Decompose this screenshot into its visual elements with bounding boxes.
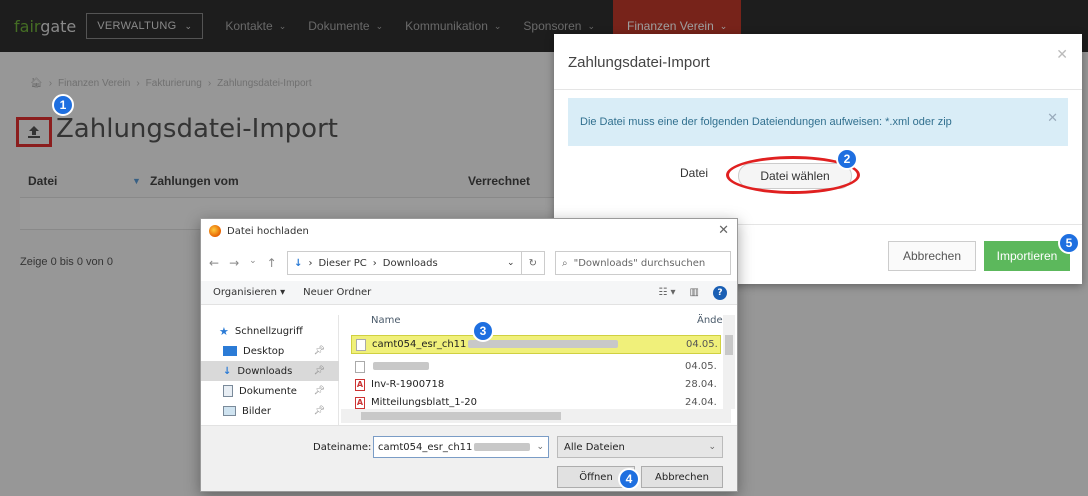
- pdf-icon: A: [355, 396, 365, 409]
- redacted-text: [474, 443, 531, 451]
- forward-arrow-icon[interactable]: →: [229, 256, 239, 270]
- horizontal-scrollbar[interactable]: [341, 409, 731, 423]
- desktop-icon: [223, 346, 237, 356]
- chevron-down-icon[interactable]: ⌄: [507, 258, 515, 268]
- step-badge-4: 4: [618, 468, 640, 490]
- new-folder-button[interactable]: Neuer Ordner: [303, 287, 371, 298]
- close-icon[interactable]: ✕: [718, 223, 729, 238]
- organize-menu[interactable]: Organisieren ▾: [213, 287, 285, 298]
- file-row[interactable]: A Inv-R-1900718 28.04.: [351, 375, 721, 394]
- search-icon: ⌕: [562, 257, 568, 269]
- view-options-icon[interactable]: ☷ ▾: [658, 287, 675, 298]
- file-icon: [355, 360, 365, 373]
- import-button[interactable]: Importieren: [984, 241, 1070, 271]
- chevron-down-icon: ⌄: [708, 442, 716, 452]
- nav-documents[interactable]: Dokumente 📌︎: [201, 381, 339, 401]
- pin-icon: 📌︎: [313, 366, 325, 376]
- nav-desktop[interactable]: Desktop 📌︎: [201, 341, 339, 361]
- nav-pictures[interactable]: Bilder 📌︎: [201, 401, 339, 421]
- search-input[interactable]: ⌕ "Downloads" durchsuchen: [555, 251, 731, 275]
- file-icon: [356, 338, 366, 351]
- document-icon: [223, 385, 233, 397]
- star-icon: ★: [219, 324, 229, 338]
- modal-header: Zahlungsdatei-Import ✕: [554, 34, 1082, 90]
- pdf-icon: A: [355, 378, 365, 391]
- redacted-text: [468, 340, 619, 348]
- close-icon[interactable]: ✕: [1056, 46, 1068, 63]
- file-upload-dialog: Datei hochladen ✕ ← → ⌄ ↑ ↓ › Dieser PC …: [200, 218, 738, 492]
- dialog-titlebar: Datei hochladen: [209, 225, 309, 237]
- dialog-cancel-button[interactable]: Abbrechen: [641, 466, 723, 488]
- dialog-title: Datei hochladen: [227, 225, 309, 237]
- column-header-date[interactable]: Ände: [697, 315, 723, 326]
- file-row-selected[interactable]: camt054_esr_ch11 04.05.: [351, 335, 721, 354]
- download-icon: ↓: [223, 365, 232, 377]
- file-row[interactable]: 04.05.: [351, 357, 721, 376]
- step-badge-2: 2: [836, 148, 858, 170]
- address-bar[interactable]: ↓ › Dieser PC › Downloads ⌄: [287, 251, 522, 275]
- pin-icon: 📌︎: [313, 406, 325, 416]
- firefox-icon: [209, 225, 221, 237]
- back-arrow-icon[interactable]: ←: [209, 256, 219, 270]
- info-alert: Die Datei muss eine der folgenden Dateie…: [568, 98, 1068, 146]
- step-badge-3: 3: [472, 320, 494, 342]
- picture-icon: [223, 406, 236, 416]
- nav-downloads[interactable]: ↓ Downloads 📌︎: [201, 361, 339, 381]
- up-arrow-icon[interactable]: ↑: [267, 256, 277, 270]
- pin-icon: 📌︎: [313, 346, 325, 356]
- refresh-icon[interactable]: ↻: [521, 251, 546, 275]
- close-icon[interactable]: ✕: [1047, 110, 1058, 126]
- cancel-button[interactable]: Abbrechen: [888, 241, 976, 271]
- filename-label: Dateiname:: [313, 442, 372, 453]
- chevron-down-icon[interactable]: ⌄: [536, 442, 544, 452]
- dialog-bottom-bar: Dateiname: camt054_esr_ch11 ⌄ Alle Datei…: [201, 425, 737, 491]
- chevron-down-icon[interactable]: ⌄: [249, 256, 257, 270]
- step-badge-1: 1: [52, 94, 74, 116]
- preview-pane-icon[interactable]: ▥: [690, 287, 699, 298]
- step-badge-5: 5: [1058, 232, 1080, 254]
- help-icon[interactable]: ?: [713, 285, 727, 300]
- redacted-text: [373, 362, 429, 370]
- column-header-name[interactable]: Name: [371, 315, 401, 326]
- modal-title: Zahlungsdatei-Import: [568, 54, 710, 71]
- dialog-toolbar: Organisieren ▾ Neuer Ordner ☷ ▾ ▥ ?: [201, 281, 737, 305]
- nav-quick-access[interactable]: ★ Schnellzugriff: [201, 321, 339, 341]
- filename-input[interactable]: camt054_esr_ch11 ⌄: [373, 436, 549, 458]
- alert-text: Die Datei muss eine der folgenden Dateie…: [580, 116, 952, 128]
- pin-icon: 📌︎: [313, 386, 325, 396]
- filetype-select[interactable]: Alle Dateien ⌄: [557, 436, 723, 458]
- navigation-pane: ★ Schnellzugriff Desktop 📌︎ ↓ Downloads 📌︎ D…: [201, 315, 339, 425]
- download-icon: ↓: [294, 257, 303, 269]
- file-label: Datei: [680, 166, 709, 180]
- vertical-scrollbar[interactable]: [723, 315, 735, 409]
- address-row: ← → ⌄ ↑ ↓ › Dieser PC › Downloads ⌄ ↻ ⌕ …: [209, 249, 731, 277]
